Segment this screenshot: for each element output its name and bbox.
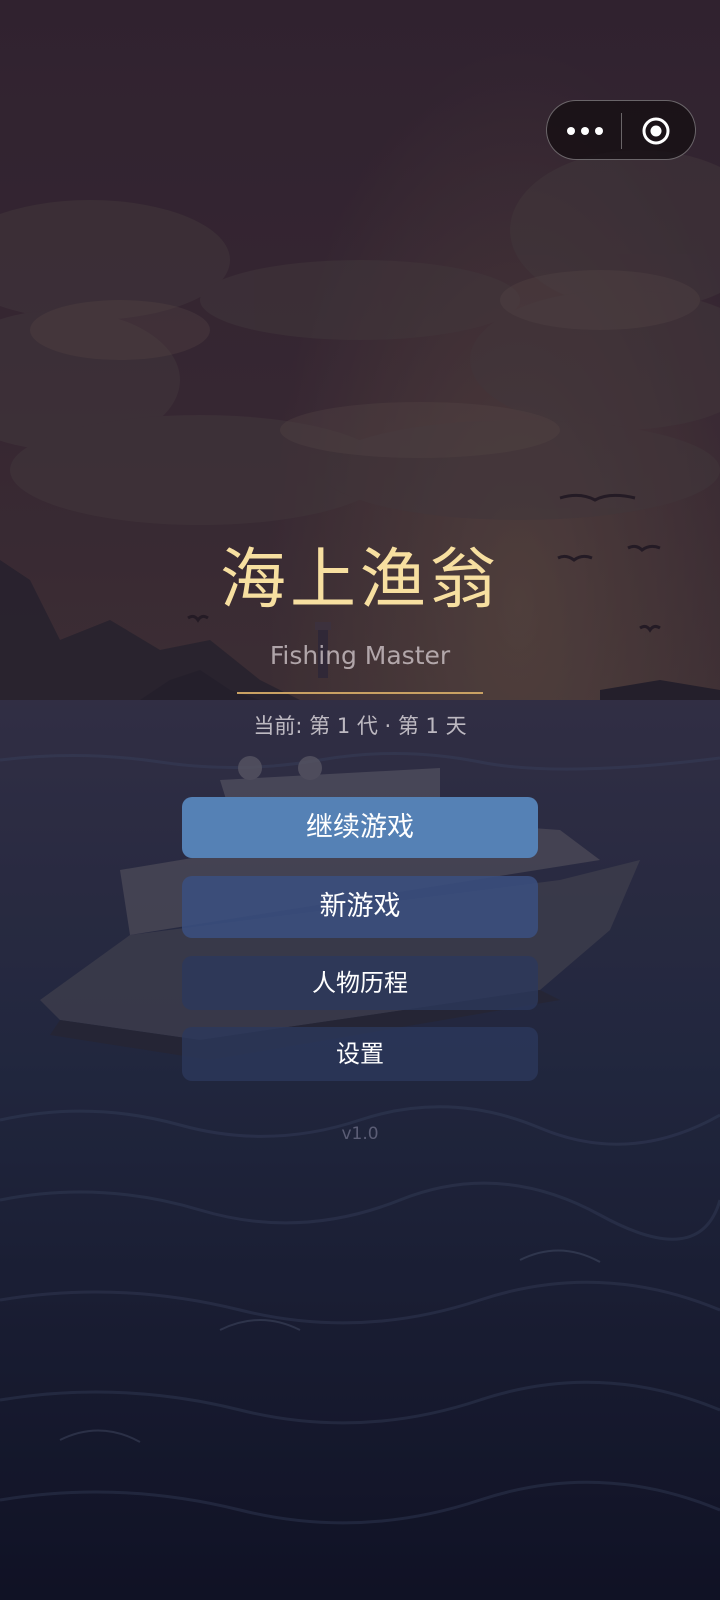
new-game-button[interactable]: 新游戏 [182, 876, 538, 938]
target-circle-icon[interactable] [641, 116, 671, 146]
progress-text: 当前: 第 1 代 · 第 1 天 [253, 714, 467, 738]
settings-button[interactable]: 设置 [182, 1027, 538, 1081]
character-history-button[interactable]: 人物历程 [182, 956, 538, 1010]
title-divider [237, 692, 483, 694]
more-dots-icon[interactable] [565, 121, 609, 141]
continue-game-button[interactable]: 继续游戏 [182, 797, 538, 858]
capsule-menu [546, 100, 696, 160]
capsule-divider [621, 113, 622, 149]
version-label: v1.0 [341, 1124, 379, 1144]
game-subtitle: Fishing Master [269, 641, 451, 670]
game-title: 海上渔翁 [220, 541, 500, 618]
